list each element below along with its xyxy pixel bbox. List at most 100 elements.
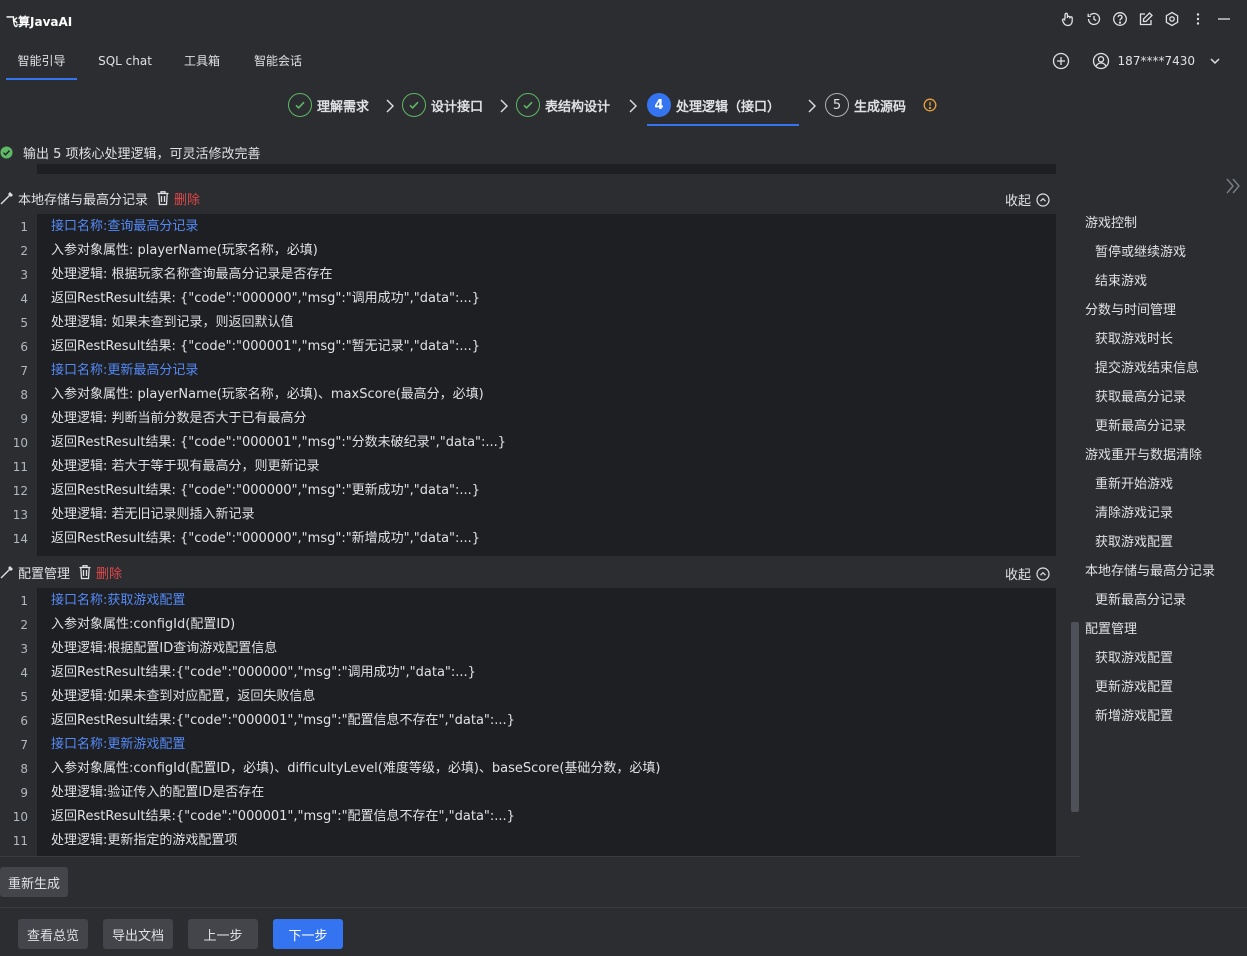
info-icon[interactable]: [923, 98, 937, 112]
chevron-up-circle-icon: [1036, 566, 1050, 581]
code-line: 1 接口名称:获取游戏配置: [20, 593, 186, 608]
code-line: 7 接口名称:更新最高分记录: [20, 363, 199, 378]
step-number-badge: 4: [647, 93, 671, 117]
code-line: 9 处理逻辑:验证传入的配置ID是否存在: [20, 785, 265, 800]
code-line: 3 处理逻辑:根据配置ID查询游戏配置信息: [20, 641, 278, 656]
step-5[interactable]: 5 生成源码: [825, 92, 937, 118]
section-header-local-storage: 本地存储与最高分记录 删除 收起: [0, 183, 1056, 213]
outline-item[interactable]: 游戏重开与数据清除: [1085, 444, 1202, 463]
minimize-icon[interactable]: [1215, 10, 1233, 28]
outline-item[interactable]: 暂停或继续游戏: [1095, 241, 1186, 260]
title-bar-actions: [1059, 10, 1233, 28]
code-line: 6 返回RestResult结果: {"code":"000001","msg":…: [20, 339, 481, 354]
outline-item[interactable]: 清除游戏记录: [1095, 502, 1173, 521]
code-line: 13 处理逻辑: 若无旧记录则插入新记录: [12, 507, 255, 522]
help-icon[interactable]: [1111, 10, 1129, 28]
link-icon: [0, 191, 14, 205]
outline-item[interactable]: 新增游戏配置: [1095, 705, 1173, 724]
outline-item[interactable]: 更新最高分记录: [1095, 415, 1186, 434]
add-circle-icon[interactable]: [1052, 52, 1070, 70]
outline-item[interactable]: 配置管理: [1085, 618, 1137, 637]
step-number-badge: 5: [825, 93, 849, 117]
code-line: 10 返回RestResult结果:{"code":"000001","msg":…: [12, 809, 515, 824]
delete-section-button[interactable]: 删除: [96, 563, 122, 582]
outline-item[interactable]: 重新开始游戏: [1095, 473, 1173, 492]
content-divider: [0, 856, 1080, 857]
collapse-toggle[interactable]: 收起: [1005, 564, 1050, 583]
delete-section-button[interactable]: 删除: [174, 189, 200, 208]
check-circle-icon: [402, 93, 426, 117]
outline-item[interactable]: 获取游戏配置: [1095, 531, 1173, 550]
tab-smart-guide[interactable]: 智能引导: [6, 44, 77, 80]
tab-toolbox[interactable]: 工具箱: [174, 44, 230, 80]
export-document-button[interactable]: 导出文档: [103, 919, 173, 949]
step-1[interactable]: 理解需求: [288, 92, 369, 118]
tab-sql-chat[interactable]: SQL chat: [90, 44, 160, 80]
previous-section-edge: [37, 164, 1056, 174]
user-account-name[interactable]: 187****7430: [1118, 54, 1195, 68]
edit-icon[interactable]: [1137, 10, 1155, 28]
trash-icon[interactable]: [78, 564, 92, 580]
code-line: 4 返回RestResult结果: {"code":"000000","msg":…: [20, 291, 481, 306]
outline-item[interactable]: 获取最高分记录: [1095, 386, 1186, 405]
outline-item[interactable]: 获取游戏时长: [1095, 328, 1173, 347]
account-area: 187****7430: [1052, 52, 1221, 70]
trash-icon[interactable]: [156, 190, 170, 206]
outline-item[interactable]: 本地存储与最高分记录: [1085, 560, 1215, 579]
outline-item[interactable]: 提交游戏结束信息: [1095, 357, 1199, 376]
step-3[interactable]: 表结构设计: [516, 92, 610, 118]
user-avatar-icon[interactable]: [1092, 52, 1110, 70]
code-line: 12 返回RestResult结果: {"code":"000000","msg"…: [12, 483, 481, 498]
chevron-down-icon[interactable]: [1209, 55, 1221, 67]
code-line: 2 入参对象属性:configId(配置ID): [20, 617, 236, 632]
check-circle-icon: [288, 93, 312, 117]
code-line: 4 返回RestResult结果:{"code":"000000","msg":"…: [20, 665, 476, 680]
section-header-config: 配置管理 删除 收起: [0, 557, 1056, 587]
section-title: 配置管理: [18, 566, 71, 582]
outline-item[interactable]: 结束游戏: [1095, 270, 1147, 289]
outline-item[interactable]: 更新最高分记录: [1095, 589, 1186, 608]
step-4-current[interactable]: 4 处理逻辑（接口）: [647, 92, 780, 118]
step-2[interactable]: 设计接口: [402, 92, 483, 118]
code-line: 8 入参对象属性:configId(配置ID，必填)、difficultyLeve…: [20, 761, 661, 776]
collapse-toggle[interactable]: 收起: [1005, 190, 1050, 209]
chevron-right-icon: [386, 99, 394, 113]
step-label: 设计接口: [431, 99, 484, 115]
step-label: 表结构设计: [545, 99, 611, 115]
outline-item[interactable]: 获取游戏配置: [1095, 647, 1173, 666]
next-step-button[interactable]: 下一步: [273, 919, 343, 949]
main-tab-bar: 智能引导 SQL chat 工具箱 智能会话 187****7430: [0, 44, 1247, 82]
app-title: 飞算JavaAI: [6, 15, 73, 29]
code-line: 11 处理逻辑:更新指定的游戏配置项: [12, 833, 238, 848]
tab-smart-chat[interactable]: 智能会话: [244, 44, 312, 80]
code-line: 8 入参对象属性: playerName(玩家名称，必填)、maxScore(最高…: [20, 387, 484, 402]
more-vertical-icon[interactable]: [1189, 10, 1207, 28]
title-bar: 飞算JavaAI: [0, 0, 1247, 40]
code-line: 7 接口名称:更新游戏配置: [20, 737, 186, 752]
progress-stepper: 理解需求 设计接口 表结构设计 4 处理逻辑（接口） 5 生成源码: [0, 88, 1247, 128]
code-line: 2 入参对象属性: playerName(玩家名称，必填): [20, 243, 318, 258]
pointer-hand-icon[interactable]: [1059, 10, 1077, 28]
regenerate-button[interactable]: 重新生成: [0, 867, 68, 897]
code-line: 3 处理逻辑: 根据玩家名称查询最高分记录是否存在: [20, 267, 333, 282]
code-line: 6 返回RestResult结果:{"code":"000001","msg":"…: [20, 713, 515, 728]
current-step-underline: [647, 124, 799, 126]
chevron-right-icon: [629, 99, 637, 113]
outline-scrollbar[interactable]: [1071, 622, 1079, 812]
code-line: 5 处理逻辑: 如果未查到记录，则返回默认值: [20, 315, 294, 330]
view-overview-button[interactable]: 查看总览: [18, 919, 88, 949]
outline-item[interactable]: 游戏控制: [1085, 212, 1137, 231]
outline-item[interactable]: 分数与时间管理: [1085, 299, 1176, 318]
code-block-config[interactable]: 1 接口名称:获取游戏配置 2 入参对象属性:configId(配置ID) 3 处理逻…: [0, 588, 1056, 856]
success-check-icon: [0, 146, 13, 159]
settings-icon[interactable]: [1163, 10, 1181, 28]
chevron-right-icon: [808, 99, 816, 113]
code-line: 5 处理逻辑:如果未查到对应配置，返回失败信息: [20, 689, 316, 704]
code-block-local-storage[interactable]: 1 接口名称:查询最高分记录 2 入参对象属性: playerName(玩家名称，必…: [0, 214, 1056, 556]
previous-step-button[interactable]: 上一步: [188, 919, 258, 949]
footer-divider: [0, 907, 1247, 908]
history-icon[interactable]: [1085, 10, 1103, 28]
chevron-up-circle-icon: [1036, 192, 1050, 207]
double-chevron-right-icon[interactable]: [1225, 176, 1241, 196]
outline-item[interactable]: 更新游戏配置: [1095, 676, 1173, 695]
